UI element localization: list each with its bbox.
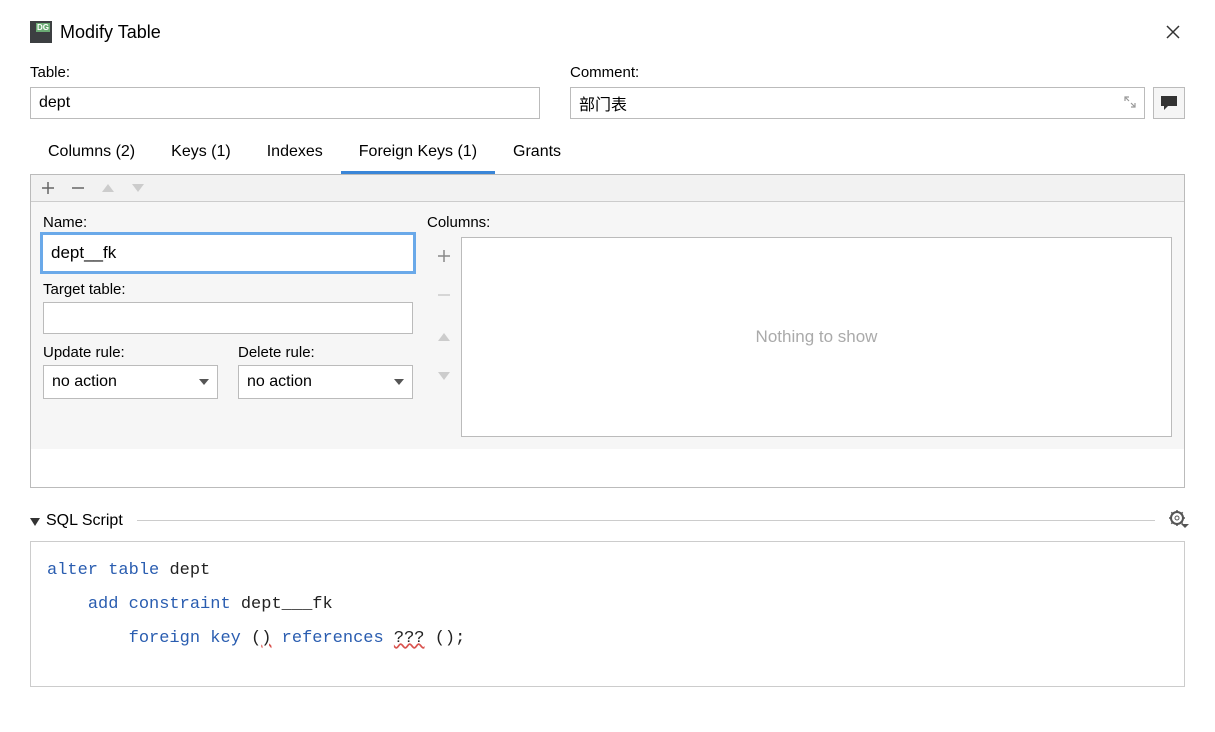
update-rule-value: no action bbox=[52, 373, 117, 391]
minus-icon bbox=[437, 288, 451, 302]
update-rule-select[interactable]: no action bbox=[43, 365, 218, 399]
triangle-down-icon bbox=[132, 184, 144, 192]
divider bbox=[137, 520, 1155, 521]
tab-foreign-keys[interactable]: Foreign Keys (1) bbox=[341, 133, 495, 174]
sql-keyword: key bbox=[210, 629, 241, 648]
add-fk-button[interactable] bbox=[39, 179, 57, 197]
delete-rule-value: no action bbox=[247, 373, 312, 391]
fk-target-input[interactable] bbox=[43, 302, 413, 334]
minus-icon bbox=[71, 181, 85, 195]
fk-name-label: Name: bbox=[43, 214, 413, 231]
sql-keyword: add bbox=[88, 595, 119, 614]
close-icon bbox=[1166, 25, 1180, 39]
plus-icon bbox=[41, 181, 55, 195]
tabs: Columns (2) Keys (1) Indexes Foreign Key… bbox=[30, 133, 1185, 175]
tab-keys[interactable]: Keys (1) bbox=[153, 133, 249, 174]
triangle-up-icon bbox=[102, 184, 114, 192]
sql-collapse-toggle[interactable] bbox=[30, 513, 40, 529]
tab-indexes[interactable]: Indexes bbox=[249, 133, 341, 174]
fk-name-input[interactable] bbox=[43, 235, 413, 271]
titlebar: Modify Table bbox=[30, 20, 1185, 44]
remove-column-button bbox=[437, 286, 451, 307]
sql-keyword: constraint bbox=[129, 595, 231, 614]
sql-punct: (); bbox=[435, 629, 466, 648]
update-rule-label: Update rule: bbox=[43, 344, 218, 361]
sql-editor[interactable]: alter table dept add constraint dept___f… bbox=[30, 541, 1185, 687]
table-label: Table: bbox=[30, 64, 540, 81]
chevron-down-icon bbox=[394, 379, 404, 385]
add-column-button[interactable] bbox=[437, 247, 451, 268]
columns-list[interactable]: Nothing to show bbox=[461, 237, 1172, 437]
sql-script-title: SQL Script bbox=[46, 512, 123, 530]
fk-target-label: Target table: bbox=[43, 281, 413, 298]
triangle-down-icon bbox=[438, 372, 450, 380]
gear-icon bbox=[1169, 510, 1185, 526]
comment-input-wrap bbox=[570, 87, 1145, 119]
comment-dialog-button[interactable] bbox=[1153, 87, 1185, 119]
sql-keyword: foreign bbox=[129, 629, 200, 648]
remove-fk-button[interactable] bbox=[69, 179, 87, 197]
sql-ident: dept___fk bbox=[241, 595, 333, 614]
datagrip-icon bbox=[30, 21, 52, 43]
foreign-keys-panel: Name: Target table: Update rule: no acti… bbox=[30, 175, 1185, 488]
table-name-input[interactable] bbox=[30, 87, 540, 119]
empty-message: Nothing to show bbox=[756, 327, 878, 347]
sql-ident: dept bbox=[169, 561, 210, 580]
comment-label: Comment: bbox=[570, 64, 1185, 81]
plus-icon bbox=[437, 249, 451, 263]
col-move-down-button bbox=[438, 364, 450, 385]
sql-error: ??? bbox=[394, 629, 425, 648]
speech-bubble-icon bbox=[1160, 95, 1178, 111]
tab-columns[interactable]: Columns (2) bbox=[30, 133, 153, 174]
close-button[interactable] bbox=[1161, 20, 1185, 44]
window-title: Modify Table bbox=[60, 22, 161, 43]
sql-keyword: table bbox=[108, 561, 159, 580]
sql-settings-button[interactable] bbox=[1169, 510, 1185, 531]
chevron-down-icon bbox=[199, 379, 209, 385]
comment-input[interactable] bbox=[571, 90, 1116, 116]
sql-keyword: alter bbox=[47, 561, 98, 580]
tab-grants[interactable]: Grants bbox=[495, 133, 579, 174]
move-up-button bbox=[99, 179, 117, 197]
triangle-down-icon bbox=[30, 518, 40, 526]
move-down-button bbox=[129, 179, 147, 197]
expand-icon[interactable] bbox=[1116, 95, 1144, 111]
col-move-up-button bbox=[438, 325, 450, 346]
delete-rule-label: Delete rule: bbox=[238, 344, 413, 361]
delete-rule-select[interactable]: no action bbox=[238, 365, 413, 399]
sql-keyword: references bbox=[282, 629, 384, 648]
columns-label: Columns: bbox=[427, 214, 1172, 231]
triangle-up-icon bbox=[438, 333, 450, 341]
